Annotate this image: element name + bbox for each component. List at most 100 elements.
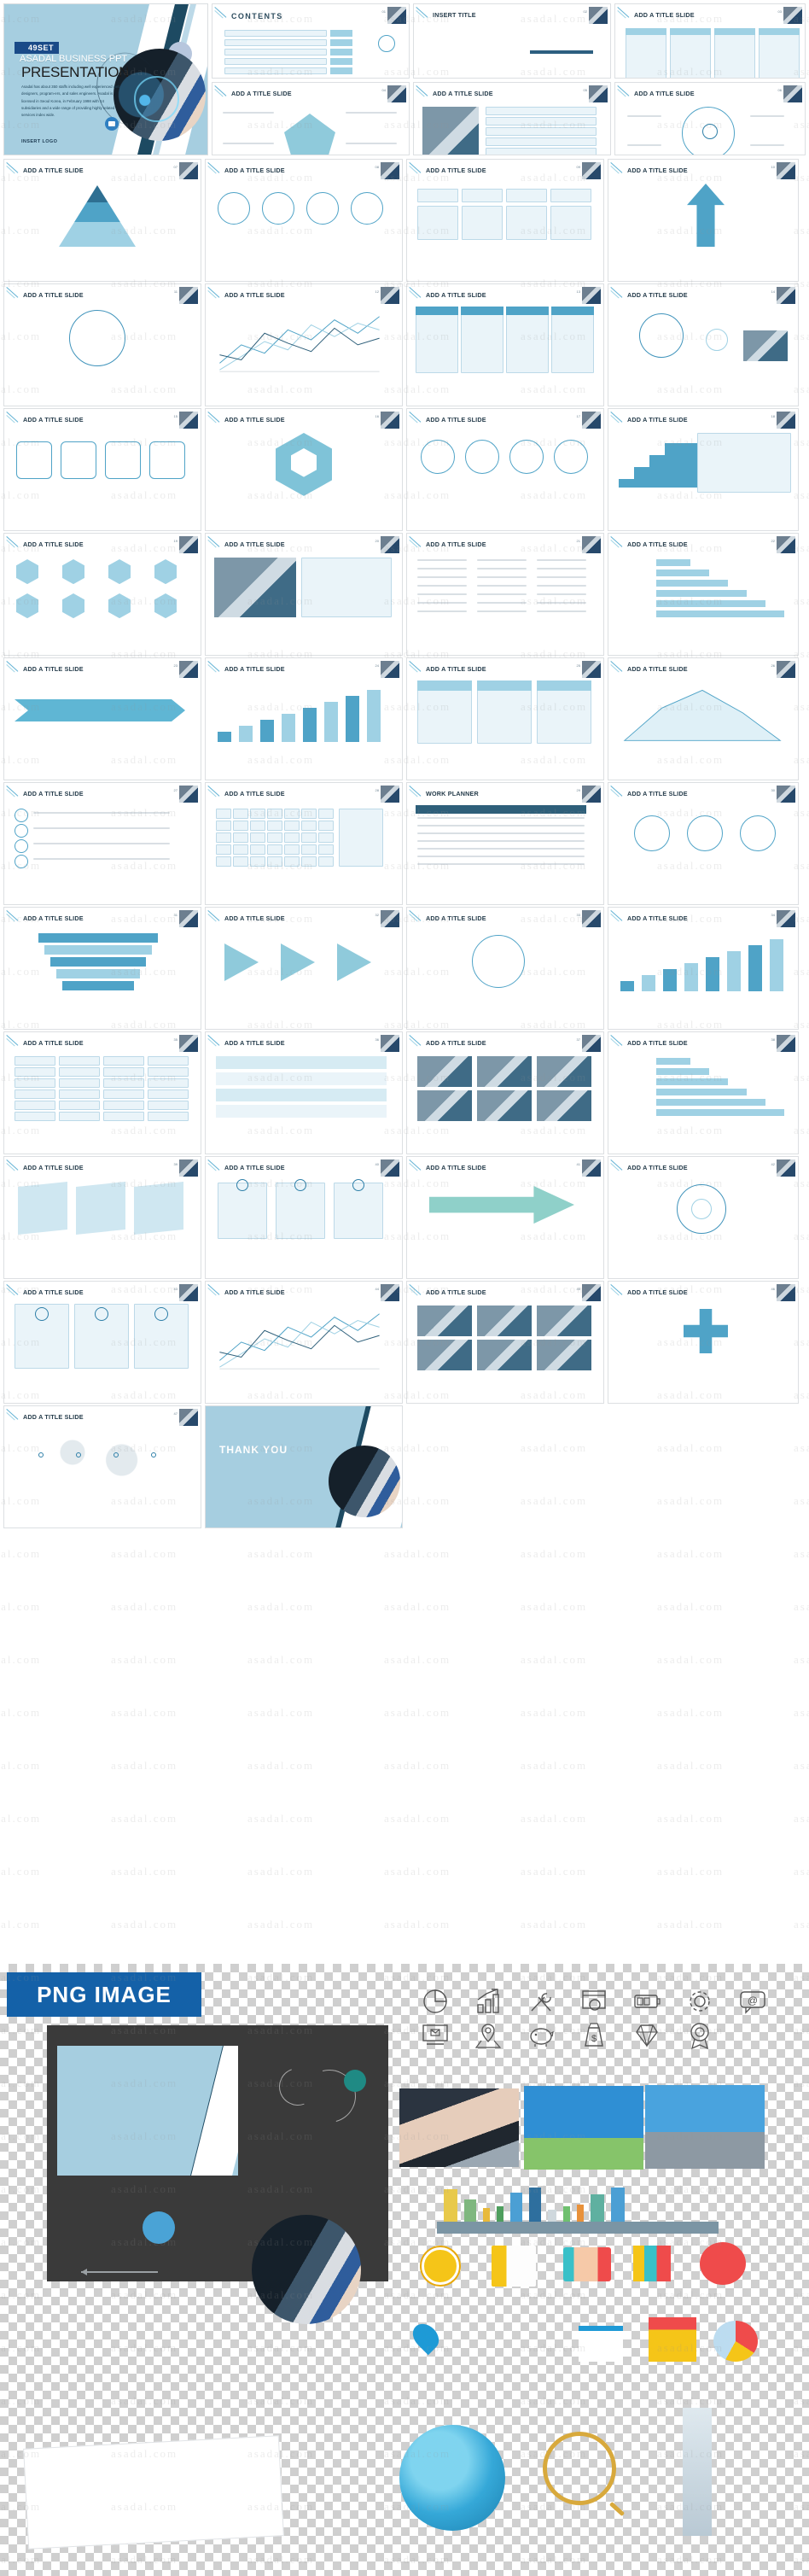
slide-thumbnail[interactable]: ADD A TITLE SLIDE 42 bbox=[608, 1156, 799, 1279]
mini-circle bbox=[15, 824, 28, 838]
slide-thumbnail[interactable]: ADD A TITLE SLIDE 20 bbox=[205, 533, 403, 656]
png-image-banner: PNG IMAGE bbox=[7, 1972, 201, 2017]
mini-box bbox=[103, 1056, 144, 1066]
mini-box bbox=[148, 1056, 189, 1066]
slide-thumbnail[interactable]: ADD A TITLE SLIDE 10 bbox=[608, 159, 799, 282]
slide-thumbnail[interactable]: ADD A TITLE SLIDE 15 bbox=[3, 408, 201, 531]
slide-title: ADD A TITLE SLIDE bbox=[426, 166, 486, 174]
slide-content bbox=[412, 554, 598, 650]
slide-thumb-photo bbox=[381, 910, 399, 927]
mini-bar bbox=[656, 1109, 784, 1116]
slide-title: ADD A TITLE SLIDE bbox=[224, 1039, 285, 1047]
mini-circle bbox=[465, 440, 499, 474]
slide-thumbnail[interactable]: ADD A TITLE SLIDE 03 bbox=[614, 3, 806, 79]
mini-world-map bbox=[26, 1432, 180, 1483]
slide-thumbnail[interactable]: ADD A TITLE SLIDE 41 bbox=[406, 1156, 604, 1279]
slide-thumbnail[interactable]: ADD A TITLE SLIDE 23 bbox=[3, 657, 201, 780]
mini-ribbon bbox=[216, 1089, 387, 1101]
slide-thumbnail[interactable]: ADD A TITLE SLIDE 38 bbox=[608, 1031, 799, 1154]
mini-text-line bbox=[477, 585, 527, 587]
mini-box bbox=[462, 189, 503, 202]
mini-box bbox=[714, 28, 755, 78]
slide-thumbnail[interactable]: ADD A TITLE SLIDE 21 bbox=[406, 533, 604, 656]
corner-decor-icon bbox=[207, 661, 222, 675]
slide-thumbnail[interactable]: ADD A TITLE SLIDE 07 bbox=[3, 159, 201, 282]
slide-thumbnail[interactable]: ADD A TITLE SLIDE 40 bbox=[205, 1156, 403, 1279]
slide-thumbnail[interactable]: ADD A TITLE SLIDE 27 bbox=[3, 782, 201, 905]
slide-thumbnail[interactable]: ADD A TITLE SLIDE 28 bbox=[205, 782, 403, 905]
slide-thumbnail[interactable]: ADD A TITLE SLIDE 30 bbox=[608, 782, 799, 905]
mini-photo bbox=[214, 558, 296, 617]
mini-box bbox=[224, 30, 327, 37]
hero-slide[interactable]: 49SET ASADAL BUSINESS PPT PRESENTATION A… bbox=[3, 3, 208, 155]
slide-thumbnail[interactable]: ADD A TITLE SLIDE 22 bbox=[608, 533, 799, 656]
slide-thumbnail[interactable]: ADD A TITLE SLIDE 18 bbox=[608, 408, 799, 531]
slide-thumbnail[interactable]: ADD A TITLE SLIDE 34 bbox=[608, 907, 799, 1030]
bar-chart-growth-icon bbox=[473, 1986, 503, 2017]
slide-content bbox=[218, 25, 404, 74]
slide-thumbnail[interactable]: WORK PLANNER 29 bbox=[406, 782, 604, 905]
slide-content bbox=[211, 1177, 397, 1273]
notes-pen-icon bbox=[23, 2435, 284, 2550]
slide-thumbnail[interactable]: ADD A TITLE SLIDE 45 bbox=[406, 1281, 604, 1404]
mini-bar bbox=[706, 957, 719, 991]
slide-thumbnail[interactable]: ADD A TITLE SLIDE 09 bbox=[406, 159, 604, 282]
mini-bar bbox=[551, 307, 594, 315]
slide-thumbnail[interactable]: ADD A TITLE SLIDE 13 bbox=[406, 283, 604, 406]
mini-hexagon bbox=[16, 559, 38, 585]
slide-thumbnail[interactable]: ADD A TITLE SLIDE 37 bbox=[406, 1031, 604, 1154]
slide-thumbnail[interactable]: ADD A TITLE SLIDE 06 bbox=[614, 82, 806, 155]
slide-thumbnail[interactable]: INSERT TITLE 02 bbox=[413, 3, 611, 79]
slide-thumbnail[interactable]: ADD A TITLE SLIDE 47 bbox=[3, 1405, 201, 1528]
slide-thumbnail[interactable]: ADD A TITLE SLIDE 04 bbox=[212, 82, 410, 155]
corner-decor-icon bbox=[207, 287, 222, 301]
corner-decor-icon bbox=[409, 1159, 423, 1173]
slide-thumbnail[interactable]: ADD A TITLE SLIDE 19 bbox=[3, 533, 201, 656]
mini-box bbox=[233, 844, 248, 855]
slide-thumbnail[interactable]: THANK YOU bbox=[205, 1405, 403, 1528]
mini-text-line bbox=[627, 144, 661, 146]
slide-content bbox=[614, 429, 793, 525]
slide-thumbnail[interactable]: ADD A TITLE SLIDE 36 bbox=[205, 1031, 403, 1154]
slide-thumb-photo bbox=[777, 1159, 795, 1177]
slide-content bbox=[9, 1053, 195, 1148]
money-bag-icon: $ bbox=[579, 2020, 609, 2051]
slide-thumbnail[interactable]: ADD A TITLE SLIDE 35 bbox=[3, 1031, 201, 1154]
mini-circle bbox=[472, 935, 525, 988]
mini-bar bbox=[656, 570, 709, 576]
mini-photo bbox=[422, 107, 479, 155]
corner-decor-icon bbox=[207, 1159, 222, 1173]
slide-number: 02 bbox=[583, 9, 587, 14]
document-clipboard-icon bbox=[492, 2246, 536, 2287]
slide-thumbnail[interactable]: ADD A TITLE SLIDE 11 bbox=[3, 283, 201, 406]
slide-thumbnail[interactable]: ADD A TITLE SLIDE 24 bbox=[205, 657, 403, 780]
slide-number: 30 bbox=[771, 788, 775, 792]
slide-thumbnail[interactable]: ADD A TITLE SLIDE 32 bbox=[205, 907, 403, 1030]
mini-box bbox=[626, 28, 666, 78]
slide-title: ADD A TITLE SLIDE bbox=[23, 665, 84, 673]
slide-thumbnail[interactable]: ADD A TITLE SLIDE 39 bbox=[3, 1156, 201, 1279]
slide-thumbnail[interactable]: ADD A TITLE SLIDE 16 bbox=[205, 408, 403, 531]
slide-thumbnail[interactable]: ADD A TITLE SLIDE 14 bbox=[608, 283, 799, 406]
corner-decor-icon bbox=[610, 1159, 625, 1173]
mini-box bbox=[59, 1112, 100, 1121]
mini-pentagon bbox=[284, 114, 335, 155]
slide-thumbnail[interactable]: ADD A TITLE SLIDE 26 bbox=[608, 657, 799, 780]
slide-thumbnail[interactable]: ADD A TITLE SLIDE 05 bbox=[413, 82, 611, 155]
slide-title: ADD A TITLE SLIDE bbox=[426, 914, 486, 922]
slide-content bbox=[211, 803, 397, 899]
mini-badge bbox=[149, 441, 185, 479]
slide-thumbnail[interactable]: ADD A TITLE SLIDE 33 bbox=[406, 907, 604, 1030]
slide-thumbnail[interactable]: ADD A TITLE SLIDE 17 bbox=[406, 408, 604, 531]
slide-thumbnail[interactable]: ADD A TITLE SLIDE 08 bbox=[205, 159, 403, 282]
slide-thumbnail[interactable]: ADD A TITLE SLIDE 25 bbox=[406, 657, 604, 780]
slide-thumbnail[interactable]: ADD A TITLE SLIDE 43 bbox=[3, 1281, 201, 1404]
slide-thumbnail[interactable]: ADD A TITLE SLIDE 46 bbox=[608, 1281, 799, 1404]
corner-decor-icon bbox=[617, 85, 631, 99]
mini-text-line bbox=[417, 840, 585, 842]
slide-thumbnail[interactable]: CONTENTS 01 bbox=[212, 3, 410, 79]
slide-thumbnail[interactable]: ADD A TITLE SLIDE 44 bbox=[205, 1281, 403, 1404]
slide-thumbnail[interactable]: ADD A TITLE SLIDE 12 bbox=[205, 283, 403, 406]
slide-thumbnail[interactable]: ADD A TITLE SLIDE 31 bbox=[3, 907, 201, 1030]
city-road-shape bbox=[437, 2222, 719, 2234]
